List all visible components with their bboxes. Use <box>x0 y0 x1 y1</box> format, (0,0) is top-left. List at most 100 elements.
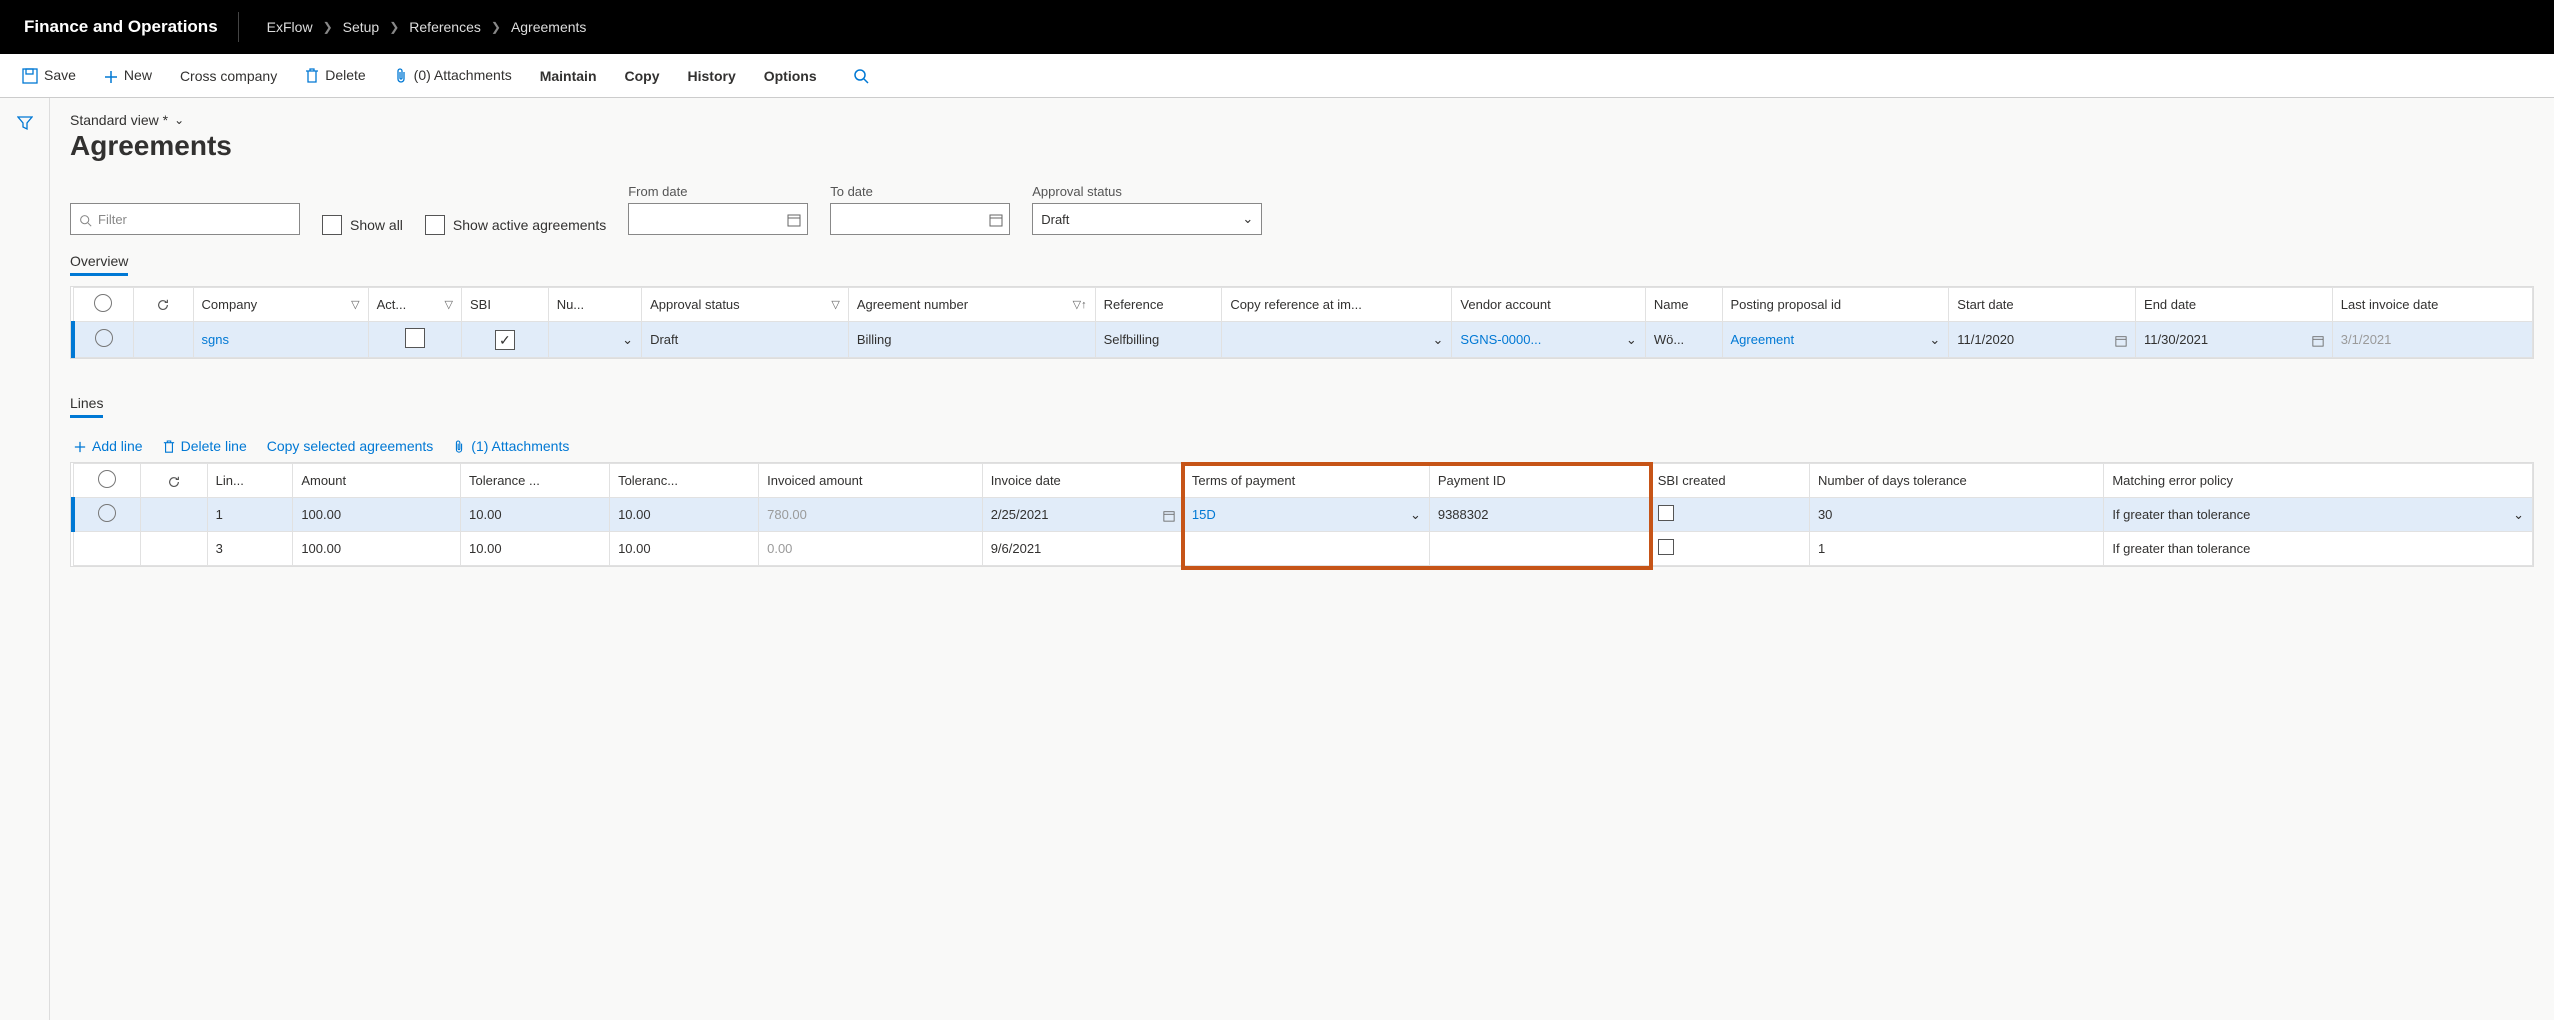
divider <box>238 12 239 42</box>
col-invoiced-amount[interactable]: Invoiced amount <box>759 464 983 498</box>
col-invoice-date[interactable]: Invoice date <box>982 464 1183 498</box>
new-button[interactable]: New <box>92 61 164 89</box>
breadcrumb-item[interactable]: ExFlow <box>267 19 313 35</box>
overview-tab[interactable]: Overview <box>70 253 128 276</box>
breadcrumb-item[interactable]: Setup <box>343 19 380 35</box>
chevron-down-icon[interactable]: ⌄ <box>622 332 633 348</box>
delete-button[interactable]: Delete <box>293 61 377 90</box>
to-date-input[interactable] <box>830 203 1010 235</box>
col-vendor-account[interactable]: Vendor account <box>1452 288 1645 322</box>
col-days-tolerance[interactable]: Number of days tolerance <box>1809 464 2103 498</box>
col-end-date[interactable]: End date <box>2136 288 2333 322</box>
top-bar: Finance and Operations ExFlow ❯ Setup ❯ … <box>0 0 2554 54</box>
col-approval-status[interactable]: Approval status▽ <box>642 288 849 322</box>
maintain-button[interactable]: Maintain <box>528 62 609 90</box>
trash-icon <box>305 67 319 84</box>
col-copy-ref[interactable]: Copy reference at im... <box>1222 288 1452 322</box>
attachments-button[interactable]: (0) Attachments <box>382 61 524 90</box>
col-sbi[interactable]: SBI <box>461 288 548 322</box>
calendar-icon <box>989 211 1003 227</box>
line-attachments-button[interactable]: (1) Attachments <box>453 438 569 454</box>
page-title: Agreements <box>70 130 2534 162</box>
plus-icon <box>74 438 86 454</box>
col-terms-of-payment[interactable]: Terms of payment <box>1183 464 1429 498</box>
search-icon[interactable] <box>853 67 869 84</box>
col-lin[interactable]: Lin... <box>207 464 293 498</box>
approval-status-select[interactable]: Draft ⌄ <box>1032 203 1262 235</box>
filter-sidebar <box>0 98 50 1020</box>
approval-status-label: Approval status <box>1032 184 1262 199</box>
col-act[interactable]: Act...▽ <box>368 288 461 322</box>
show-active-checkbox[interactable]: Show active agreements <box>425 215 606 235</box>
history-button[interactable]: History <box>676 62 748 90</box>
filter-input[interactable]: Filter <box>70 203 300 235</box>
chevron-down-icon[interactable]: ⌄ <box>1929 332 1940 348</box>
terms-link[interactable]: 15D <box>1192 507 1216 522</box>
copy-selected-button[interactable]: Copy selected agreements <box>267 438 434 454</box>
chevron-down-icon[interactable]: ⌄ <box>1433 332 1444 348</box>
checkbox-icon <box>322 215 342 235</box>
plus-icon <box>104 67 118 83</box>
save-icon <box>22 67 38 84</box>
select-all[interactable] <box>73 464 140 498</box>
breadcrumb-item[interactable]: Agreements <box>511 19 586 35</box>
filter-row: Filter Show all Show active agreements F… <box>70 184 2534 235</box>
funnel-icon[interactable] <box>17 114 33 131</box>
sbi-checkbox[interactable] <box>495 330 515 350</box>
trash-icon <box>163 438 175 454</box>
col-name[interactable]: Name <box>1645 288 1722 322</box>
table-row[interactable]: 1 100.00 10.00 10.00 780.00 2/25/2021 15… <box>73 498 2533 532</box>
chevron-down-icon[interactable]: ⌄ <box>1410 507 1421 523</box>
posting-link[interactable]: Agreement <box>1731 332 1795 347</box>
funnel-icon: ▽ <box>351 298 359 311</box>
chevron-right-icon: ❯ <box>389 20 399 34</box>
delete-line-button[interactable]: Delete line <box>163 438 247 454</box>
col-tol1[interactable]: Tolerance ... <box>461 464 610 498</box>
col-payment-id[interactable]: Payment ID <box>1429 464 1649 498</box>
from-date-input[interactable] <box>628 203 808 235</box>
table-row[interactable]: 3 100.00 10.00 10.00 0.00 9/6/2021 1 If … <box>73 532 2533 566</box>
col-agreement-number[interactable]: Agreement number▽↑ <box>848 288 1095 322</box>
act-checkbox[interactable] <box>405 328 425 348</box>
chevron-down-icon[interactable]: ⌄ <box>1626 332 1637 348</box>
sbi-created-checkbox[interactable] <box>1658 505 1674 521</box>
view-selector[interactable]: Standard view * ⌄ <box>70 112 2534 128</box>
show-all-checkbox[interactable]: Show all <box>322 215 403 235</box>
col-sbi-created[interactable]: SBI created <box>1649 464 1809 498</box>
col-company[interactable]: Company▽ <box>193 288 368 322</box>
overview-grid: Company▽ Act...▽ SBI Nu... Approval stat… <box>70 286 2534 359</box>
refresh-button[interactable] <box>140 464 207 498</box>
breadcrumb-item[interactable]: References <box>409 19 481 35</box>
options-button[interactable]: Options <box>752 62 829 90</box>
table-row[interactable]: sgns ⌄ Draft Billing Selfbilling ⌄ SGNS-… <box>73 322 2533 358</box>
col-nu[interactable]: Nu... <box>548 288 641 322</box>
col-matching-error[interactable]: Matching error policy <box>2104 464 2533 498</box>
brand-title: Finance and Operations <box>24 17 218 37</box>
main-content: Standard view * ⌄ Agreements Filter Show… <box>50 98 2554 1020</box>
col-reference[interactable]: Reference <box>1095 288 1222 322</box>
copy-button[interactable]: Copy <box>613 62 672 90</box>
calendar-icon[interactable] <box>2312 332 2324 347</box>
refresh-button[interactable] <box>133 288 193 322</box>
company-link[interactable]: sgns <box>202 332 229 347</box>
lines-tab[interactable]: Lines <box>70 395 103 418</box>
calendar-icon[interactable] <box>1163 507 1175 522</box>
col-last-invoice-date[interactable]: Last invoice date <box>2332 288 2532 322</box>
chevron-right-icon: ❯ <box>323 20 333 34</box>
col-tol2[interactable]: Toleranc... <box>610 464 759 498</box>
add-line-button[interactable]: Add line <box>74 438 143 454</box>
col-posting-proposal[interactable]: Posting proposal id <box>1722 288 1949 322</box>
sbi-created-checkbox[interactable] <box>1658 539 1674 555</box>
calendar-icon[interactable] <box>2115 332 2127 347</box>
lines-toolbar: Add line Delete line Copy selected agree… <box>74 438 2534 454</box>
cross-company-button[interactable]: Cross company <box>168 62 289 90</box>
checkbox-icon <box>425 215 445 235</box>
row-select[interactable] <box>98 504 116 522</box>
vendor-link[interactable]: SGNS-0000... <box>1460 332 1541 347</box>
select-all[interactable] <box>73 288 133 322</box>
col-amount[interactable]: Amount <box>293 464 461 498</box>
save-button[interactable]: Save <box>10 61 88 90</box>
chevron-down-icon[interactable]: ⌄ <box>2513 507 2524 523</box>
row-select[interactable] <box>95 329 113 347</box>
col-start-date[interactable]: Start date <box>1949 288 2136 322</box>
